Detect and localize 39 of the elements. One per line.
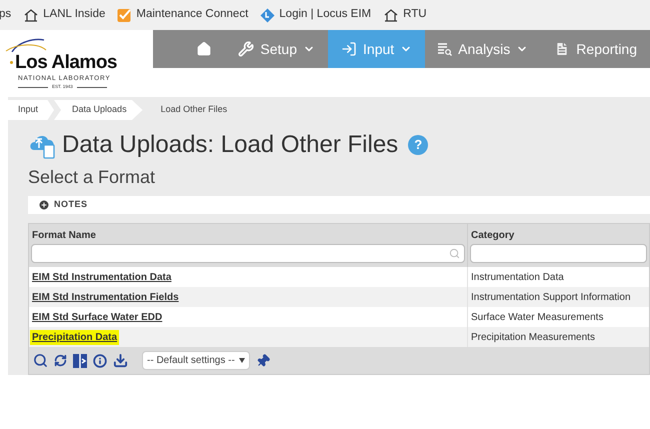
notes-bar[interactable]: NOTES [28,196,650,214]
search-icon[interactable] [33,353,48,368]
bookmark-link[interactable]: Login | Locus EIM [260,6,372,24]
logo-wordmark: Los Alamos [15,53,117,72]
format-link[interactable]: EIM Std Instrumentation Data [32,270,172,284]
column-header[interactable]: Format Name [29,224,467,244]
format-link[interactable]: Precipitation Data [30,330,120,344]
plus-circle-icon [38,199,50,211]
building-icon [23,8,40,22]
download-icon[interactable] [113,353,128,368]
category-cell: Precipitation Measurements [467,327,649,347]
bookmark-link[interactable]: RTU [383,6,427,24]
bookmark-link[interactable]: Maintenance Connect [117,6,248,24]
refresh-icon[interactable] [54,354,67,367]
bookmark-link[interactable]: ps [0,6,12,24]
notes-label: NOTES [54,198,88,212]
building-icon [383,8,400,22]
format-link[interactable]: EIM Std Surface Water EDD [32,310,162,324]
settings-dropdown[interactable]: -- Default settings -- [142,351,250,370]
format-link[interactable]: EIM Std Instrumentation Fields [32,290,179,304]
dropdown-arrow-icon [238,358,245,363]
section-subtitle: Select a Format [28,168,156,186]
login-icon [341,41,358,57]
breadcrumb-link[interactable]: Load Other Files [142,100,244,120]
page-title: Data Uploads: Load Other Files [62,133,398,157]
column-header[interactable]: Category [468,224,649,244]
home-icon [196,41,212,57]
search-icon [449,248,460,259]
list-icon [438,42,452,56]
diamond-icon [260,8,276,22]
orbit-swoosh-icon [4,38,48,52]
breadcrumb-link[interactable]: Data Uploads [54,100,143,120]
filter-field[interactable] [31,244,465,263]
filter-field[interactable] [470,244,647,263]
bookmark-link[interactable]: LANL Inside [23,6,106,24]
checkbox-icon [117,8,132,22]
info-icon[interactable] [93,354,107,368]
wrench-icon [238,41,254,57]
columns-icon[interactable] [73,354,87,368]
